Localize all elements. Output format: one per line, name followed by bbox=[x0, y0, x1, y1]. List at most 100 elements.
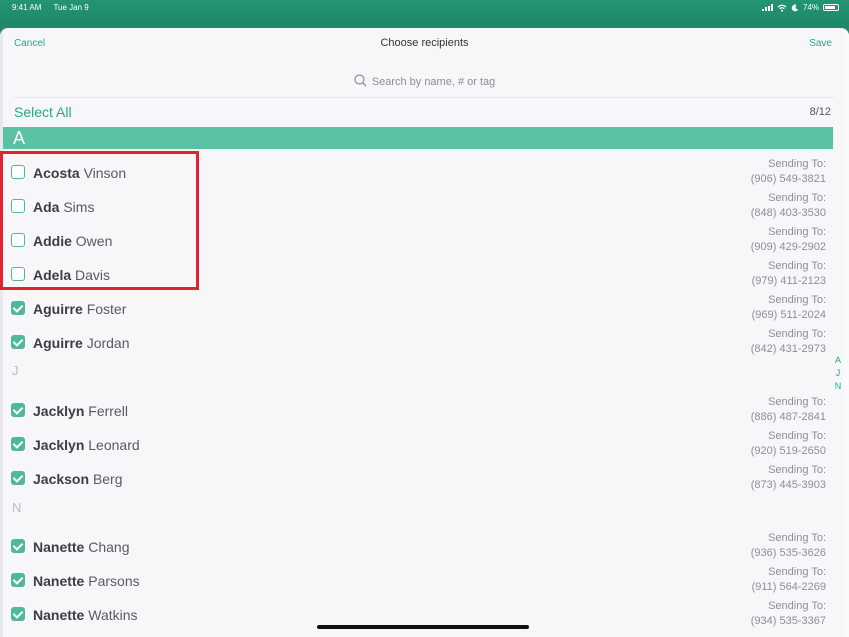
contact-phone: (873) 445-3903 bbox=[750, 479, 826, 491]
index-letter-j[interactable]: J bbox=[833, 367, 843, 380]
contact-row[interactable]: Nanette Parsons Sending To: (911) 564-226… bbox=[0, 563, 849, 597]
battery-percent: 74% bbox=[802, 3, 819, 12]
sending-to-label: Sending To: bbox=[768, 158, 826, 170]
checkbox[interactable] bbox=[11, 607, 25, 621]
contact-first-name: Nanette bbox=[33, 573, 85, 589]
contact-last-name: Parsons bbox=[88, 573, 140, 589]
contact-row[interactable]: Addie Owen Sending To: (909) 429-2902 bbox=[0, 223, 849, 257]
contact-first-name: Nanette bbox=[33, 539, 85, 555]
contact-first-name: Jackson bbox=[33, 471, 90, 487]
checkbox[interactable] bbox=[11, 437, 25, 451]
sending-to-label: Sending To: bbox=[768, 226, 826, 238]
status-time: 9:41 AM bbox=[12, 3, 42, 12]
contact-row[interactable]: Acosta Vinson Sending To: (906) 549-3821 bbox=[0, 155, 849, 189]
contact-first-name: Jacklyn bbox=[33, 403, 85, 419]
sending-to: Sending To: (979) 411-2123 bbox=[752, 259, 826, 289]
contact-row[interactable]: Adela Davis Sending To: (979) 411-2123 bbox=[0, 257, 849, 291]
sending-to-label: Sending To: bbox=[768, 566, 826, 578]
wifi-icon bbox=[777, 4, 787, 12]
contact-row[interactable]: Jackson Berg Sending To: (873) 445-3903 bbox=[0, 461, 849, 495]
contact-name: Aguirre Foster bbox=[33, 301, 126, 317]
checkbox[interactable] bbox=[11, 165, 25, 179]
status-date: Tue Jan 9 bbox=[53, 3, 89, 12]
contact-name: Ada Sims bbox=[33, 199, 94, 215]
checkbox[interactable] bbox=[11, 199, 25, 213]
checkbox[interactable] bbox=[11, 335, 25, 349]
sending-to: Sending To: (911) 564-2269 bbox=[752, 565, 826, 595]
sending-to: Sending To: (920) 519-2650 bbox=[751, 429, 826, 459]
contact-last-name: Chang bbox=[88, 539, 130, 555]
index-letter-n[interactable]: N bbox=[833, 380, 843, 393]
contact-phone: (920) 519-2650 bbox=[750, 445, 826, 457]
page-title: Choose recipients bbox=[380, 37, 469, 49]
sending-to-label: Sending To: bbox=[768, 328, 826, 340]
moon-icon bbox=[791, 4, 799, 11]
contact-first-name: Ada bbox=[33, 199, 60, 215]
contact-row[interactable]: Aguirre Foster Sending To: (969) 511-2024 bbox=[0, 291, 849, 325]
contact-phone: (979) 411-2123 bbox=[751, 275, 826, 287]
checkbox[interactable] bbox=[11, 471, 25, 485]
search-field[interactable]: Search by name, # or tag bbox=[0, 74, 849, 88]
sending-to-label: Sending To: bbox=[768, 396, 826, 408]
contact-phone: (969) 511-2024 bbox=[751, 309, 826, 321]
sending-to: Sending To: (873) 445-3903 bbox=[751, 463, 826, 493]
section-index[interactable]: A J N bbox=[833, 354, 843, 393]
contact-first-name: Aguirre bbox=[33, 335, 83, 351]
contact-first-name: Adela bbox=[33, 267, 72, 283]
contact-name: Jacklyn Ferrell bbox=[33, 403, 128, 419]
checkbox[interactable] bbox=[11, 403, 25, 417]
contact-row[interactable]: Ada Sims Sending To: (848) 403-3530 bbox=[0, 189, 849, 223]
contact-first-name: Nanette bbox=[33, 607, 85, 623]
section-header-j: J bbox=[12, 363, 19, 378]
contact-row[interactable]: Aguirre Jordan Sending To: (842) 431-2973 bbox=[0, 325, 849, 359]
contact-row[interactable]: Nanette Chang Sending To: (936) 535-3626 bbox=[0, 529, 849, 563]
contact-last-name: Vinson bbox=[83, 165, 127, 181]
contact-first-name: Addie bbox=[33, 233, 72, 249]
cellular-signal-icon bbox=[761, 4, 773, 11]
sending-to: Sending To: (848) 403-3530 bbox=[751, 191, 826, 221]
contact-name: Jacklyn Leonard bbox=[33, 437, 140, 453]
sending-to-label: Sending To: bbox=[768, 464, 826, 476]
checkbox[interactable] bbox=[11, 233, 25, 247]
search-icon bbox=[354, 74, 367, 87]
contact-phone: (934) 535-3367 bbox=[750, 615, 826, 627]
recipients-sheet: Cancel Choose recipients Save Search by … bbox=[0, 28, 849, 637]
search-placeholder: Search by name, # or tag bbox=[371, 76, 496, 88]
checkbox[interactable] bbox=[11, 573, 25, 587]
battery-icon bbox=[823, 4, 839, 11]
sending-to: Sending To: (936) 535-3626 bbox=[751, 531, 826, 561]
sending-to: Sending To: (886) 487-2841 bbox=[751, 395, 826, 425]
contact-phone: (909) 429-2902 bbox=[750, 241, 826, 253]
contact-last-name: Davis bbox=[75, 267, 111, 283]
save-button[interactable]: Save bbox=[809, 38, 832, 49]
checkbox[interactable] bbox=[11, 301, 25, 315]
sending-to-label: Sending To: bbox=[768, 532, 826, 544]
sending-to: Sending To: (909) 429-2902 bbox=[751, 225, 826, 255]
sending-to: Sending To: (906) 549-3821 bbox=[751, 157, 826, 187]
contact-row[interactable]: Jacklyn Leonard Sending To: (920) 519-265… bbox=[0, 427, 849, 461]
contact-first-name: Acosta bbox=[33, 165, 80, 181]
contact-name: Nanette Parsons bbox=[33, 573, 140, 589]
sending-to-label: Sending To: bbox=[768, 600, 826, 612]
contact-last-name: Foster bbox=[86, 301, 127, 317]
sending-to: Sending To: (842) 431-2973 bbox=[751, 327, 826, 357]
contact-name: Aguirre Jordan bbox=[33, 335, 130, 351]
checkbox[interactable] bbox=[11, 539, 25, 553]
contact-phone: (906) 549-3821 bbox=[750, 173, 826, 185]
contact-name: Nanette Chang bbox=[33, 539, 130, 555]
sending-to-label: Sending To: bbox=[768, 430, 826, 442]
contact-row[interactable]: Jacklyn Ferrell Sending To: (886) 487-284… bbox=[0, 393, 849, 427]
select-all-button[interactable]: Select All bbox=[14, 104, 72, 120]
contact-phone: (848) 403-3530 bbox=[750, 207, 826, 219]
checkbox[interactable] bbox=[11, 267, 25, 281]
selected-count: 8/12 bbox=[809, 106, 831, 118]
contact-name: Acosta Vinson bbox=[33, 165, 126, 181]
contact-phone: (936) 535-3626 bbox=[750, 547, 826, 559]
section-header-n: N bbox=[12, 500, 22, 515]
contact-name: Adela Davis bbox=[33, 267, 110, 283]
contact-name: Nanette Watkins bbox=[33, 607, 138, 623]
contact-first-name: Jacklyn bbox=[33, 437, 85, 453]
index-letter-a[interactable]: A bbox=[833, 354, 843, 367]
contact-last-name: Watkins bbox=[88, 607, 138, 623]
sending-to-label: Sending To: bbox=[768, 294, 826, 306]
